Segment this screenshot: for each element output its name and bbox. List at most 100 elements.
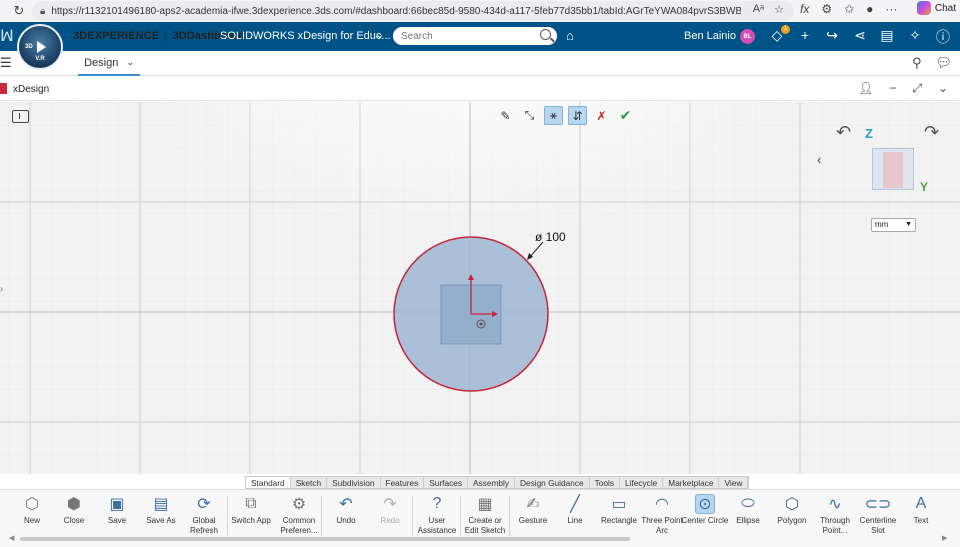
chat-icon[interactable]: 💬︎ [935,55,952,71]
tab-subdivision[interactable]: Subdivision [327,477,381,488]
favorite-star-icon[interactable]: ☆ [774,3,784,16]
rectangle-button[interactable]: ▭ Rectangle [597,494,641,526]
browser-bar: ↻ 🔒︎ https://r1132101496180-aps2-academi… [0,0,960,22]
three-point-arc-button[interactable]: ◠ Three Point Arc [640,494,684,535]
through-point-spline-button[interactable]: ∿ Through Point... [813,494,857,535]
tools-icon[interactable]: ✧ [906,27,924,44]
create-edit-sketch-button[interactable]: ▦ Create or Edit Sketch [463,494,507,535]
undo-button[interactable]: ↶ Undo [324,494,368,526]
redo-button[interactable]: ↷ Redo [368,494,412,526]
switch-app-button[interactable]: ⧉ Switch App [229,494,273,526]
tab-view[interactable]: View [719,477,749,488]
centerline-slot-label: Centerline Slot [859,516,897,535]
read-aloud-icon[interactable]: Aᵃ [753,3,764,16]
units-select[interactable]: mm [871,218,916,232]
ellipse-label: Ellipse [736,516,760,525]
scroll-right-icon[interactable]: ▶ [942,534,947,542]
scroll-left-icon[interactable]: ◀ [9,534,14,542]
tab-standard[interactable]: Standard [246,477,291,488]
extensions-icon[interactable]: ⚙ [821,2,832,16]
user-assistance-button[interactable]: ? User Assistance [415,494,459,535]
rotate-left-icon[interactable]: ↶ [836,122,851,143]
save-as-button[interactable]: ▤ Save As [139,494,183,526]
search-icon[interactable] [540,29,551,40]
panel-toggle-icon[interactable] [12,110,29,123]
fullscreen-icon[interactable]: ⤢ [912,81,922,96]
rotate-right-icon[interactable]: ↷ [924,122,939,143]
tab-assembly[interactable]: Assembly [468,477,515,488]
redo-label: Redo [380,516,400,525]
sketch-toolbar: ✎ ⤡ ⚹ ⇵ ✗ ✔ [496,106,635,125]
menu-icon[interactable]: ☰ [0,55,12,71]
gesture-button[interactable]: ✍ Gesture [511,494,555,526]
app-chevron-down-icon[interactable]: ⌄ [375,28,384,41]
share-arrow-icon[interactable]: ↪ [823,27,841,44]
polygon-button[interactable]: ⬡ Polygon [770,494,814,526]
add-icon[interactable]: + [796,27,814,43]
viewport-canvas[interactable]: ✎ ⤡ ⚹ ⇵ ✗ ✔ ø 100 ↶ ↷ ‹ Z Y mm › [0,102,960,474]
undo-label: Undo [336,516,356,525]
cancel-sketch-icon[interactable]: ✗ [592,106,611,125]
expand-left-icon[interactable]: › [0,284,3,295]
search-input[interactable] [393,27,557,45]
confirm-sketch-icon[interactable]: ✔ [616,106,635,125]
ellipse-button[interactable]: ⬭ Ellipse [726,494,770,526]
view-cube[interactable] [870,146,916,192]
profile-icon[interactable]: ● [866,2,873,16]
tab-marketplace[interactable]: Marketplace [663,477,720,488]
relations-icon[interactable]: ⇵ [568,106,587,125]
chevron-down-icon[interactable]: ⌄ [938,81,948,96]
app-name[interactable]: SOLIDWORKS xDesign for Educ... [220,30,391,42]
gesture-icon: ✍ [526,496,540,513]
close-button[interactable]: ⬢ Close [52,494,96,526]
tag-icon[interactable]: ⌂ [566,28,574,43]
grid-and-sketch[interactable] [0,102,960,474]
common-preferences-button[interactable]: ⚙ Common Preferen... [277,494,321,535]
brand-3dexperience: 3DEXPERIENCE [73,30,160,42]
avatar[interactable]: BL [740,29,755,44]
slot-icon: ⊂⊃ [864,496,892,513]
address-bar[interactable]: 🔒︎ https://r1132101496180-aps2-academia-… [32,1,794,21]
diameter-dimension[interactable]: ø 100 [535,230,566,244]
tab-sketch[interactable]: Sketch [291,477,328,488]
compass-button[interactable]: 3D V.R [17,24,63,70]
global-refresh-button[interactable]: ⟳ Global Refresh [182,494,226,535]
tab-features[interactable]: Features [381,477,425,488]
formula-icon[interactable]: fx [800,2,809,16]
user-settings-icon[interactable]: 👤︎ [858,81,873,96]
tab-design[interactable]: Design ⌄ [78,51,140,76]
edit-sketch-icon[interactable]: ✎ [496,106,515,125]
url-text[interactable]: https://r1132101496180-aps2-academia-ifw… [51,6,741,17]
tab-tools[interactable]: Tools [590,477,620,488]
favorites-icon[interactable]: ✩ [844,2,854,16]
snap-icon[interactable]: ⚹ [544,106,563,125]
tab-bar: ☰ Design ⌄ ⚲ 💬︎ [0,51,960,76]
chevron-left-icon[interactable]: ‹ [817,152,821,167]
toolbar-scrollbar[interactable] [20,537,630,541]
share-network-icon[interactable]: ⋖ [851,27,869,44]
more-icon[interactable]: ··· [885,2,897,16]
tab-lifecycle[interactable]: Lifecycle [620,477,664,488]
reload-icon[interactable]: ↻ [8,3,30,19]
help-icon[interactable]: ⓘ [934,27,952,47]
save-button[interactable]: ▣ Save [95,494,139,526]
new-button[interactable]: ⬡ New [10,494,54,526]
tab-design-guidance[interactable]: Design Guidance [515,477,590,488]
circle-icon: ⊙ [695,494,715,514]
centerline-slot-button[interactable]: ⊂⊃ Centerline Slot [856,494,900,535]
polygon-icon: ⬡ [785,496,799,513]
gear-icon: ⚙ [291,496,307,513]
line-button[interactable]: ╱ Line [553,494,597,526]
chat-button[interactable]: Chat [916,1,956,15]
user-name[interactable]: Ben Lainio [684,30,736,42]
clipboard-icon[interactable]: ▤ [878,27,896,44]
tab-surfaces[interactable]: Surfaces [424,477,468,488]
sketch-zoom-icon[interactable]: ⤡ [520,106,539,125]
minimize-icon[interactable]: − [889,81,896,96]
switch-app-icon: ⧉ [245,495,257,512]
lock-icon[interactable]: 🔒︎ [40,6,45,17]
close-icon: ⬢ [67,496,81,513]
text-button[interactable]: A Text [899,494,943,526]
center-circle-button[interactable]: ⊙ Center Circle [682,494,728,526]
search-people-icon[interactable]: ⚲ [912,55,922,71]
